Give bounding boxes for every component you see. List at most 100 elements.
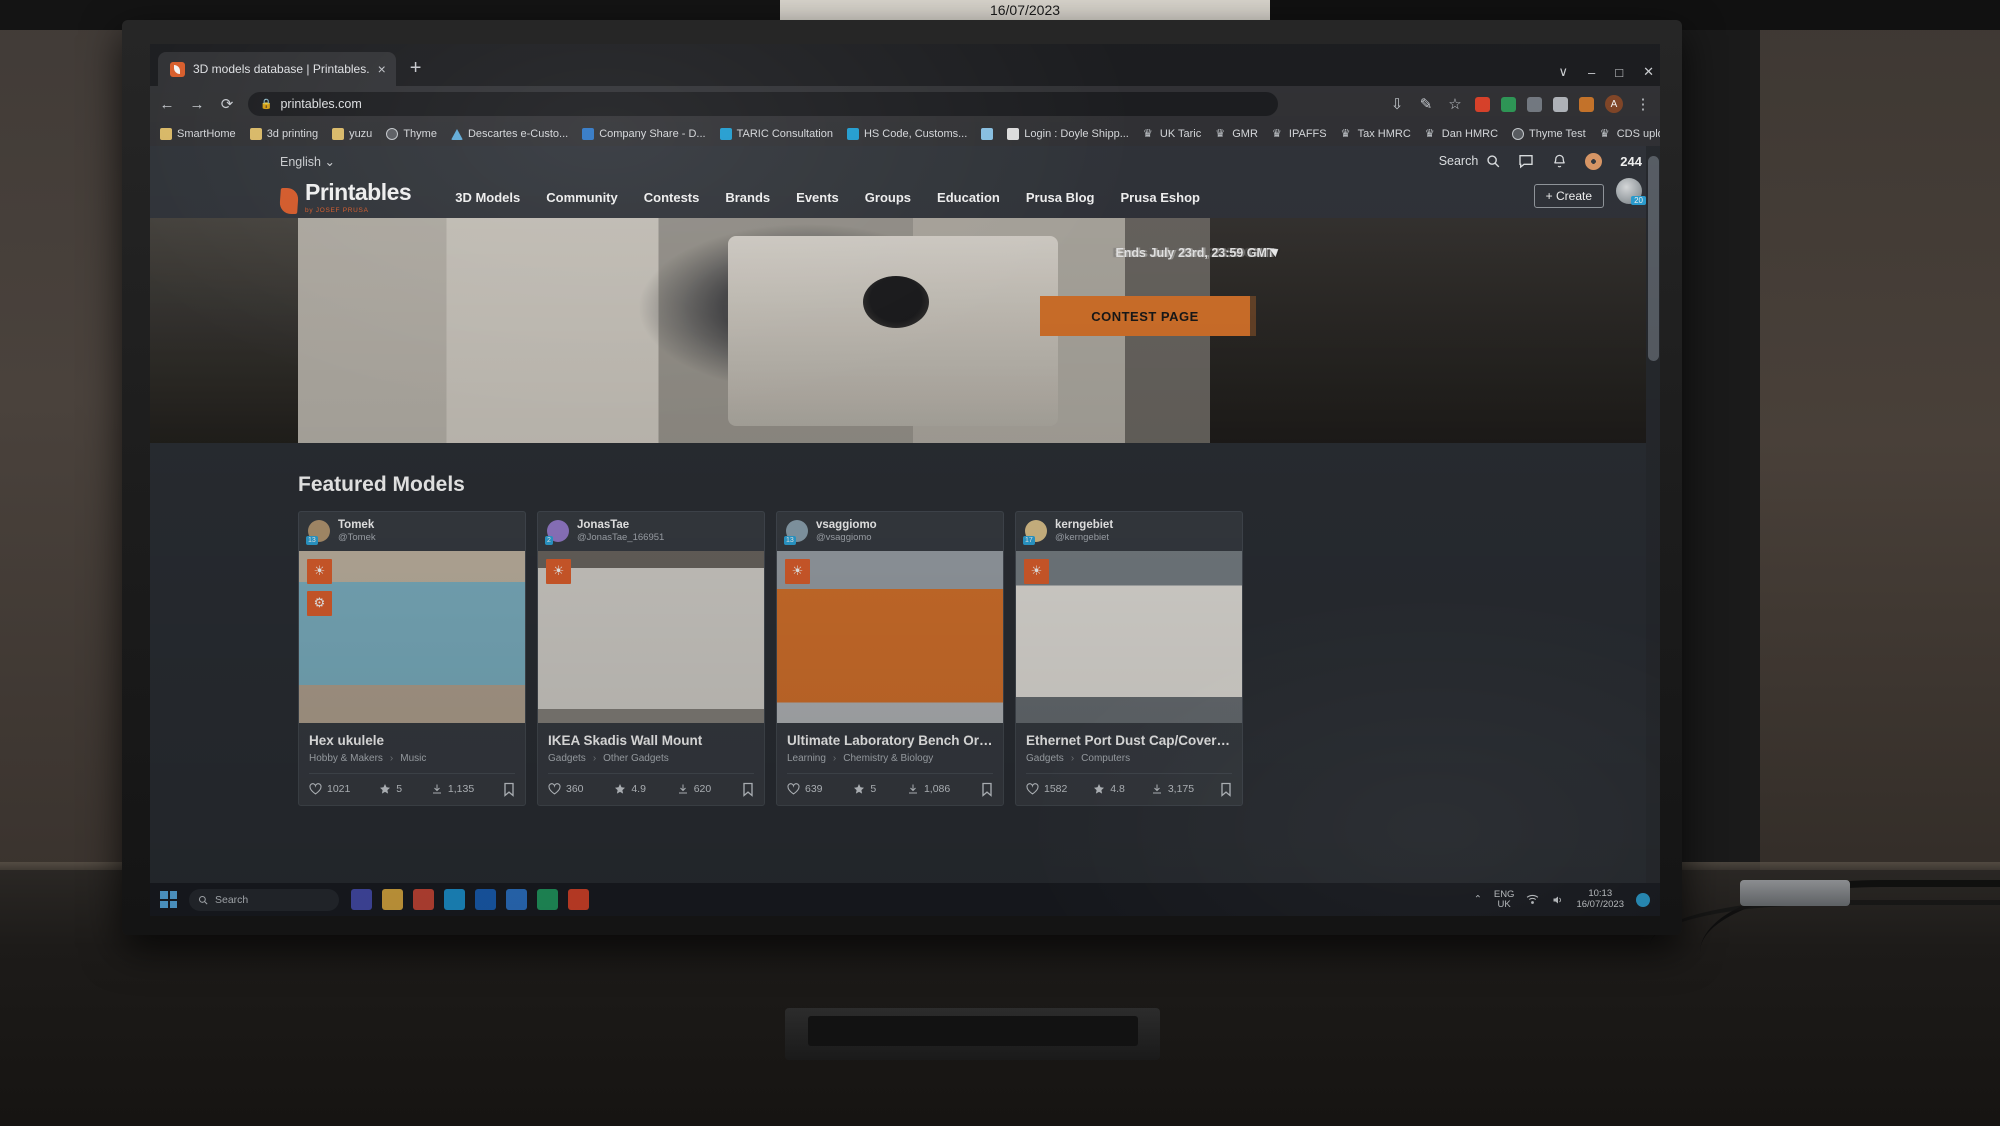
card-author[interactable]: 2 JonasTae @JonasTae_166951 — [538, 512, 764, 551]
card-author[interactable]: 13 vsaggiomo @vsaggiomo — [777, 512, 1003, 551]
card-author[interactable]: 17 kerngebiet @kerngebiet — [1016, 512, 1242, 551]
bookmark-item[interactable]: HS Code, Customs... — [846, 128, 967, 140]
nav-item-prusa-eshop[interactable]: Prusa Eshop — [1121, 190, 1200, 205]
bookmark-icon[interactable] — [1220, 782, 1232, 797]
nav-item-prusa-blog[interactable]: Prusa Blog — [1026, 190, 1095, 205]
rating-stat[interactable]: 5 — [379, 783, 402, 795]
subcategory-label[interactable]: Computers — [1081, 753, 1130, 764]
windows-start-icon[interactable] — [160, 891, 177, 908]
forward-icon[interactable]: → — [188, 96, 206, 113]
minimize-button[interactable]: – — [1588, 65, 1595, 80]
category-label[interactable]: Learning — [787, 753, 826, 764]
contest-banner[interactable]: Ends July 23rd, 23:59 GMT CONTEST PAGE — [150, 218, 1660, 443]
bookmark-item[interactable]: Descartes e-Custo... — [450, 128, 568, 140]
bookmark-item[interactable]: ♛ Tax HMRC — [1341, 128, 1411, 140]
nav-item-brands[interactable]: Brands — [725, 190, 770, 205]
profile-avatar[interactable]: A — [1605, 95, 1623, 113]
bookmark-item[interactable]: yuzu — [332, 128, 372, 140]
edit-icon[interactable]: ✎ — [1417, 95, 1435, 113]
bookmark-item[interactable]: Thyme Test — [1512, 128, 1586, 140]
contest-page-button[interactable]: CONTEST PAGE — [1040, 296, 1250, 336]
search-button[interactable]: Search — [1439, 154, 1501, 168]
model-title[interactable]: IKEA Skadis Wall Mount — [548, 733, 754, 748]
wifi-icon[interactable] — [1526, 894, 1539, 905]
maximize-button[interactable]: □ — [1615, 65, 1623, 80]
browser-tab[interactable]: 3D models database | Printables. × — [158, 52, 396, 86]
bookmark-item[interactable]: ♛ UK Taric — [1143, 128, 1201, 140]
app-sheets[interactable] — [537, 889, 558, 910]
model-thumbnail[interactable]: ☀ — [538, 550, 764, 723]
bookmark-item[interactable]: 3d printing — [249, 128, 318, 140]
window-close-button[interactable]: ✕ — [1643, 64, 1654, 80]
chat-icon[interactable] — [1518, 153, 1534, 169]
model-title[interactable]: Ethernet Port Dust Cap/Cover - N... — [1026, 733, 1232, 748]
page-scrollbar[interactable]: ▼ — [1646, 146, 1660, 916]
app-explorer[interactable] — [382, 889, 403, 910]
bookmark-item[interactable]: Company Share - D... — [582, 128, 706, 140]
nav-item-contests[interactable]: Contests — [644, 190, 700, 205]
nav-item-events[interactable]: Events — [796, 190, 839, 205]
downloads-stat[interactable]: 620 — [677, 783, 711, 795]
rating-stat[interactable]: 5 — [853, 783, 876, 795]
language-selector[interactable]: English ⌄ — [280, 154, 335, 169]
browser-menu-icon[interactable]: ⋮ — [1634, 95, 1652, 113]
bookmark-icon[interactable] — [981, 782, 993, 797]
app-teams[interactable] — [351, 889, 372, 910]
extension-icon-4[interactable] — [1553, 96, 1568, 112]
extension-icon-5[interactable] — [1579, 96, 1594, 112]
model-title[interactable]: Hex ukulele — [309, 733, 515, 748]
bookmark-icon[interactable] — [742, 782, 754, 797]
tray-chevron-icon[interactable]: ⌃ — [1474, 894, 1482, 905]
create-button[interactable]: + Create — [1533, 184, 1604, 208]
bookmark-item[interactable]: Thyme — [386, 128, 437, 140]
clock[interactable]: 10:13 16/07/2023 — [1576, 888, 1624, 910]
model-card[interactable]: 13 Tomek @Tomek ☀ ⚙ Hex ukulele Hobby & Makers… — [298, 511, 526, 806]
reload-icon[interactable]: ⟳ — [218, 95, 236, 113]
bell-icon[interactable] — [1552, 153, 1567, 169]
app-outlook[interactable] — [475, 889, 496, 910]
downloads-stat[interactable]: 1,135 — [431, 783, 474, 795]
nav-item-community[interactable]: Community — [546, 190, 618, 205]
bookmark-icon[interactable] — [503, 782, 515, 797]
speaker-icon[interactable] — [1551, 894, 1564, 906]
notification-badge[interactable] — [1636, 892, 1650, 907]
category-label[interactable]: Hobby & Makers — [309, 753, 383, 764]
card-author[interactable]: 13 Tomek @Tomek — [299, 512, 525, 551]
rating-stat[interactable]: 4.8 — [1093, 783, 1125, 795]
bookmark-item[interactable]: TARIC Consultation — [719, 128, 833, 140]
bookmark-item[interactable] — [981, 128, 994, 140]
subcategory-label[interactable]: Chemistry & Biology — [843, 753, 933, 764]
nav-item-3d-models[interactable]: 3D Models — [455, 190, 520, 205]
likes-stat[interactable]: 1582 — [1026, 783, 1067, 795]
close-icon[interactable]: × — [378, 62, 386, 76]
bookmark-item[interactable]: ♛ GMR — [1215, 128, 1258, 140]
bookmark-item[interactable]: ♛ IPAFFS — [1272, 128, 1327, 140]
extension-icon-1[interactable] — [1475, 96, 1490, 112]
rating-stat[interactable]: 4.9 — [614, 783, 646, 795]
bookmark-item[interactable]: SmartHome — [160, 128, 236, 140]
model-title[interactable]: Ultimate Laboratory Bench Organi... — [787, 733, 993, 748]
language-indicator[interactable]: ENG UK — [1494, 889, 1515, 910]
downloads-stat[interactable]: 1,086 — [907, 783, 950, 795]
app-store[interactable] — [506, 889, 527, 910]
extension-icon-3[interactable] — [1527, 96, 1542, 112]
downloads-stat[interactable]: 3,175 — [1151, 783, 1194, 795]
likes-stat[interactable]: 639 — [787, 783, 823, 795]
app-chrome[interactable] — [413, 889, 434, 910]
back-icon[interactable]: ← — [158, 96, 176, 113]
subcategory-label[interactable]: Music — [400, 753, 426, 764]
likes-stat[interactable]: 1021 — [309, 783, 350, 795]
address-bar[interactable]: 🔒 printables.com — [248, 92, 1278, 116]
bookmark-item[interactable]: Login : Doyle Shipp... — [1007, 128, 1129, 140]
bookmark-item[interactable]: ♛ Dan HMRC — [1425, 128, 1498, 140]
model-thumbnail[interactable]: ☀ — [777, 550, 1003, 723]
model-card[interactable]: 2 JonasTae @JonasTae_166951 ☀ IKEA Skadis Wa… — [537, 511, 765, 806]
taskbar-search-input[interactable]: Search — [189, 888, 339, 911]
model-thumbnail[interactable]: ☀ ⚙ — [299, 550, 525, 723]
share-icon[interactable]: ⇩ — [1388, 95, 1406, 113]
category-label[interactable]: Gadgets — [548, 753, 586, 764]
likes-stat[interactable]: 360 — [548, 783, 584, 795]
app-acrobat[interactable] — [568, 889, 589, 910]
chevron-down-icon[interactable]: ∨ — [1558, 64, 1568, 80]
model-thumbnail[interactable]: ☀ — [1016, 550, 1242, 723]
